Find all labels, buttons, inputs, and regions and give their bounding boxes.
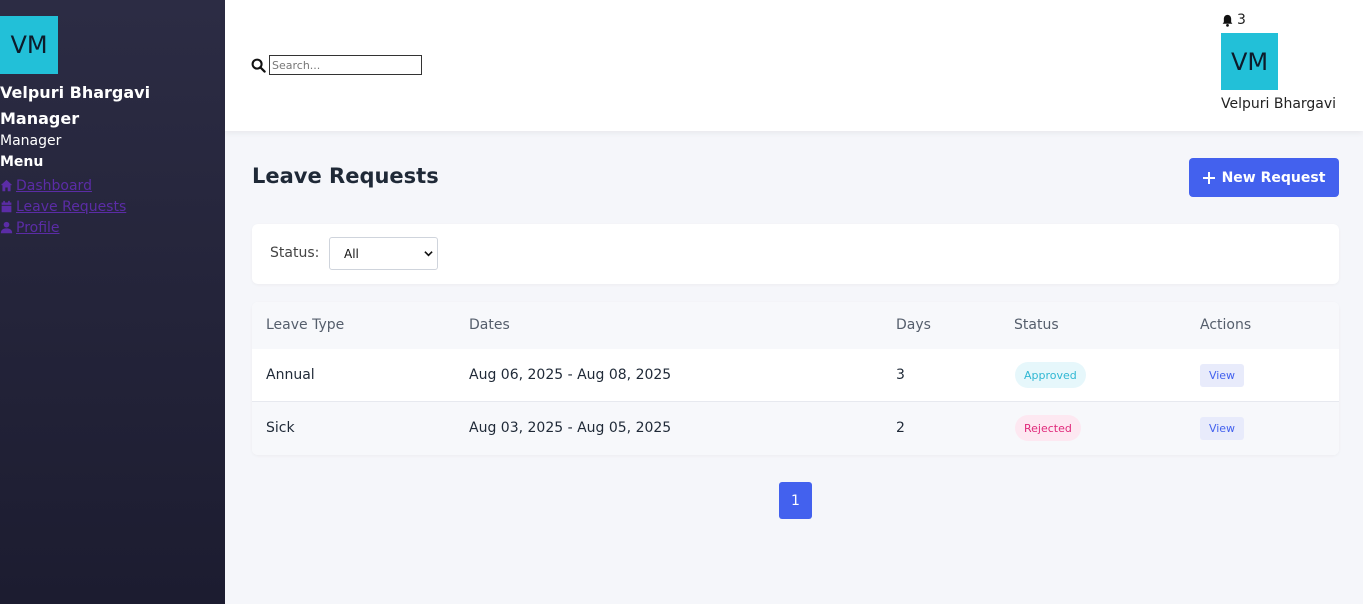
new-request-button[interactable]: New Request: [1189, 158, 1339, 197]
chevron-down-icon: [424, 251, 433, 257]
search-input[interactable]: [269, 55, 422, 75]
table-header: Leave Type Dates Days Status Actions: [252, 302, 1339, 349]
notifications[interactable]: 3: [1221, 12, 1246, 28]
leave-type-cell: Sick: [266, 420, 295, 436]
new-request-label: New Request: [1221, 169, 1326, 186]
sidebar-nav: Dashboard Leave Requests Profile: [0, 175, 126, 238]
leave-type-cell: Annual: [266, 367, 315, 383]
column-header: Status: [1014, 317, 1059, 333]
sidebar-avatar: VM: [0, 16, 58, 74]
top-bar: 3 VM Velpuri Bhargavi: [225, 0, 1363, 131]
column-header: Days: [896, 317, 931, 333]
days-cell: 2: [896, 420, 905, 436]
bell-icon: [1222, 14, 1233, 27]
user-icon: [0, 221, 13, 234]
avatar[interactable]: VM: [1221, 33, 1278, 90]
table-row: Sick Aug 03, 2025 - Aug 05, 2025 2 Rejec…: [252, 402, 1339, 455]
column-header: Dates: [469, 317, 510, 333]
days-cell: 3: [896, 367, 905, 383]
status-badge: Approved: [1015, 362, 1086, 388]
column-header: Actions: [1200, 317, 1252, 333]
status-badge: Rejected: [1015, 415, 1081, 441]
sidebar-menu-title: Menu: [0, 154, 44, 170]
home-icon: [0, 179, 13, 192]
leave-requests-table: Leave Type Dates Days Status Actions Ann…: [252, 302, 1339, 455]
search-icon: [251, 58, 266, 73]
sidebar: VM Velpuri Bhargavi Manager Manager Menu…: [0, 0, 225, 604]
calendar-icon: [1, 200, 12, 213]
sidebar-item-label: Leave Requests: [16, 198, 127, 215]
dates-cell: Aug 06, 2025 - Aug 08, 2025: [469, 367, 672, 383]
sidebar-user-name: Velpuri Bhargavi Manager: [0, 83, 151, 128]
view-button[interactable]: View: [1200, 417, 1244, 440]
top-user-name: Velpuri Bhargavi: [1221, 96, 1337, 112]
column-header: Leave Type: [266, 317, 345, 333]
view-button[interactable]: View: [1200, 364, 1244, 387]
sidebar-user-role: Manager: [0, 133, 62, 149]
sidebar-item-label: Profile: [16, 219, 60, 236]
sidebar-item-dashboard[interactable]: Dashboard: [0, 175, 126, 196]
search-bar: [251, 55, 422, 75]
table-row: Annual Aug 06, 2025 - Aug 08, 2025 3 App…: [252, 349, 1339, 402]
sidebar-item-profile[interactable]: Profile: [0, 217, 126, 238]
pagination-page-1[interactable]: 1: [779, 482, 812, 519]
sidebar-item-label: Dashboard: [16, 177, 92, 194]
notification-count: 3: [1237, 12, 1246, 28]
status-filter-select[interactable]: All: [329, 237, 438, 270]
dates-cell: Aug 03, 2025 - Aug 05, 2025: [469, 420, 672, 436]
sidebar-item-leave-requests[interactable]: Leave Requests: [0, 196, 126, 217]
status-filter-value: All: [344, 246, 359, 261]
status-filter-label: Status:: [270, 245, 320, 261]
filter-card: Status: All: [252, 224, 1339, 284]
page-title: Leave Requests: [252, 164, 439, 188]
plus-icon: [1202, 171, 1215, 184]
